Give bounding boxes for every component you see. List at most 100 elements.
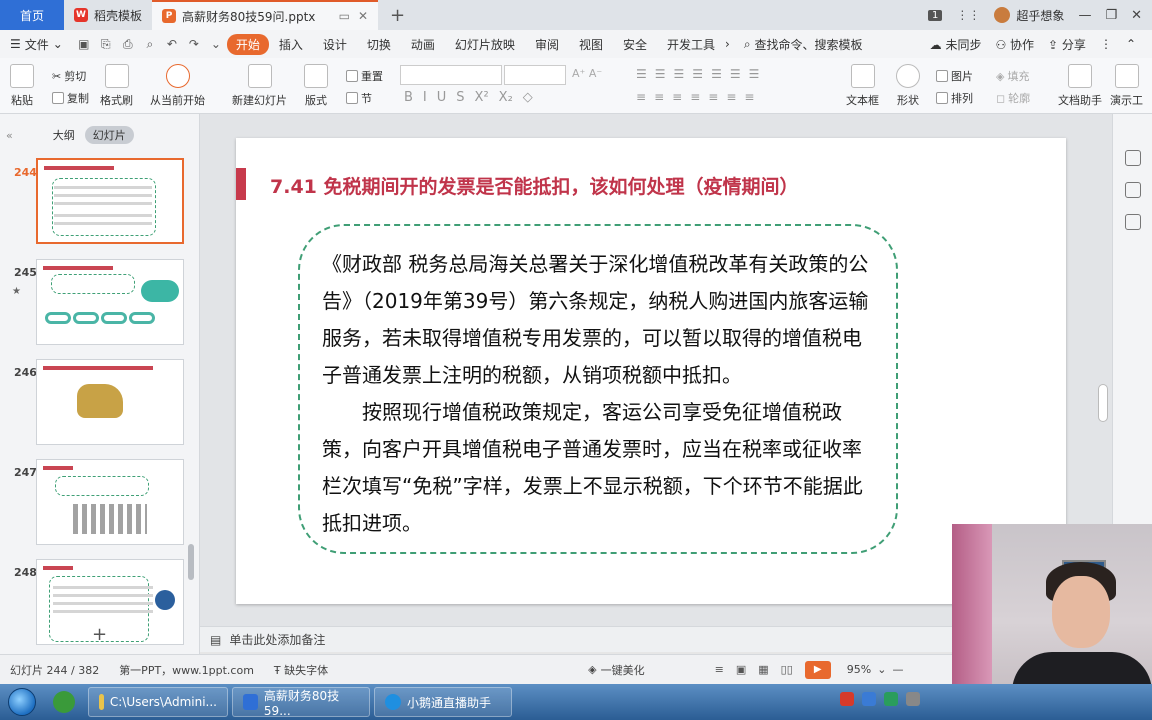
menu-design[interactable]: 设计 (313, 36, 357, 53)
more-options-icon[interactable]: ⋮ (1100, 37, 1112, 51)
tab-slides[interactable]: 幻灯片 (84, 126, 134, 144)
taskbar-live[interactable]: 小鹅通直播助手 (374, 687, 512, 717)
outdent-icon[interactable]: ☰ (674, 67, 685, 81)
justify-icon[interactable]: ≡ (690, 90, 700, 104)
underline-icon[interactable]: U (437, 90, 447, 105)
close-window-icon[interactable]: ✕ (1131, 8, 1142, 23)
cut-button[interactable]: ✂ 剪切 (52, 68, 86, 84)
export-icon[interactable]: ⎘ (95, 37, 117, 52)
missing-font-button[interactable]: Ŧ 缺失字体 (264, 662, 338, 678)
zoom-control[interactable]: 95% ⌄ — (847, 663, 904, 676)
new-slide-button[interactable]: 新建幻灯片 (232, 64, 287, 108)
slide-thumbnail-247[interactable] (36, 459, 184, 545)
notes-view-icon[interactable]: ≡ (715, 663, 724, 676)
slide-thumbnail-246[interactable] (36, 359, 184, 445)
textbox-button[interactable]: 文本框 (846, 64, 879, 108)
line-spacing-icon[interactable]: ☰ (711, 67, 722, 81)
paste-button[interactable]: 粘贴 (10, 64, 34, 108)
undo-icon[interactable]: ↶ (161, 37, 183, 51)
tray-shield-icon[interactable] (862, 692, 876, 706)
pinned-app-360[interactable] (44, 687, 84, 717)
distribute-icon[interactable]: ≡ (708, 90, 718, 104)
property-icon[interactable] (1125, 150, 1141, 166)
indent-icon[interactable]: ☰ (692, 67, 703, 81)
bold-icon[interactable]: B (404, 90, 413, 105)
animation-icon[interactable] (1125, 182, 1141, 198)
bullets-icon[interactable]: ☰ (636, 67, 647, 81)
italic-icon[interactable]: I (423, 90, 427, 105)
font-size-adjust[interactable]: A⁺ A⁻ (572, 67, 602, 80)
tab-outline[interactable]: 大纲 (53, 127, 75, 143)
clear-format-icon[interactable]: ◇ (523, 90, 533, 105)
tray-app-icon[interactable] (840, 692, 854, 706)
smart-art-icon[interactable]: ≡ (744, 90, 754, 104)
section-button[interactable]: 节 (346, 90, 372, 106)
tab-home[interactable]: 首页 (0, 0, 64, 30)
font-size-select[interactable] (504, 65, 566, 85)
layout-button[interactable]: 版式 (304, 64, 328, 108)
tab-template[interactable]: W 稻壳模板 (64, 0, 152, 30)
tray-network-icon[interactable] (884, 692, 898, 706)
taskbar-explorer[interactable]: C:\Users\Admini... (88, 687, 228, 717)
window-count-badge[interactable]: 1 (928, 9, 943, 21)
tab-document[interactable]: P 高薪财务80技59问.pptx ▭ ✕ (152, 0, 379, 30)
present-tool-button[interactable]: 演示工 (1110, 64, 1143, 108)
play-from-current-button[interactable]: 从当前开始 (150, 64, 205, 108)
menu-developer[interactable]: 开发工具 (657, 36, 725, 53)
menu-security[interactable]: 安全 (613, 36, 657, 53)
align-left-icon[interactable]: ≡ (636, 90, 646, 104)
menu-home[interactable]: 开始 (226, 33, 269, 55)
start-button[interactable] (0, 685, 44, 719)
layers-icon[interactable] (1125, 214, 1141, 230)
shape-button[interactable]: 形状 (896, 64, 920, 108)
slide-title[interactable]: 7.41 免税期间开的发票是否能抵扣，该如何处理（疫情期间） (270, 172, 799, 199)
tab-float-icon[interactable]: ▭ (339, 9, 350, 23)
text-direction-icon[interactable]: ☰ (730, 67, 741, 81)
add-slide-button[interactable]: + (92, 624, 107, 645)
share-button[interactable]: ⇪ 分享 (1048, 36, 1086, 53)
zoom-out-icon[interactable]: — (892, 663, 903, 676)
vertical-align-icon[interactable]: ≡ (726, 90, 736, 104)
arrange-button[interactable]: 排列 (936, 90, 973, 106)
preview-icon[interactable]: ⌕ (139, 37, 161, 52)
restore-icon[interactable]: ❐ (1105, 8, 1117, 23)
collab-button[interactable]: ⚇ 协作 (995, 36, 1034, 53)
canvas-scrollbar[interactable] (1098, 384, 1108, 422)
picture-button[interactable]: 图片 (936, 68, 973, 84)
numbering-icon[interactable]: ☰ (655, 67, 666, 81)
menu-scroll-right-icon[interactable]: › (725, 37, 730, 51)
menu-view[interactable]: 视图 (569, 36, 613, 53)
copy-button[interactable]: 复制 (52, 90, 89, 106)
align-center-icon[interactable]: ≡ (654, 90, 664, 104)
outline-button[interactable]: ◻ 轮廓 (996, 90, 1030, 106)
grid-menu-icon[interactable]: ⋮⋮ (956, 8, 980, 22)
print-icon[interactable]: ⎙ (117, 37, 139, 52)
menu-animation[interactable]: 动画 (401, 36, 445, 53)
reading-view-icon[interactable]: ▯▯ (781, 663, 793, 676)
collapse-panel-icon[interactable]: « (6, 129, 13, 142)
redo-icon[interactable]: ↷ (183, 37, 205, 51)
tab-close-icon[interactable]: ✕ (358, 9, 368, 23)
sync-status[interactable]: ☁ 未同步 (930, 36, 982, 53)
menu-transition[interactable]: 切换 (357, 36, 401, 53)
current-slide[interactable]: 7.41 免税期间开的发票是否能抵扣，该如何处理（疫情期间） 《财政部 税务总局… (236, 138, 1066, 604)
quick-access-more-icon[interactable]: ⌄ (205, 37, 227, 51)
user-account[interactable]: 超乎想象 (994, 7, 1064, 24)
collapse-ribbon-icon[interactable]: ⌃ (1126, 37, 1136, 51)
slideshow-play-button[interactable]: ▶ (804, 660, 831, 679)
align-right-icon[interactable]: ≡ (672, 90, 682, 104)
format-painter-button[interactable]: 格式刷 (100, 64, 133, 108)
normal-view-icon[interactable]: ▣ (736, 663, 746, 676)
beautify-button[interactable]: ◈ 一键美化 (588, 662, 644, 678)
menu-review[interactable]: 审阅 (525, 36, 569, 53)
superscript-icon[interactable]: X² (475, 90, 489, 105)
sorter-view-icon[interactable]: ▦ (758, 663, 768, 676)
strikethrough-icon[interactable]: S (456, 90, 464, 105)
tray-volume-icon[interactable] (906, 692, 920, 706)
font-family-select[interactable] (400, 65, 502, 85)
save-icon[interactable]: ▣ (73, 37, 95, 51)
menu-insert[interactable]: 插入 (269, 36, 313, 53)
notes-pane[interactable]: ▤ 单击此处添加备注 (200, 626, 952, 652)
subscript-icon[interactable]: X₂ (499, 90, 513, 105)
fill-button[interactable]: ◈ 填充 (996, 68, 1029, 84)
